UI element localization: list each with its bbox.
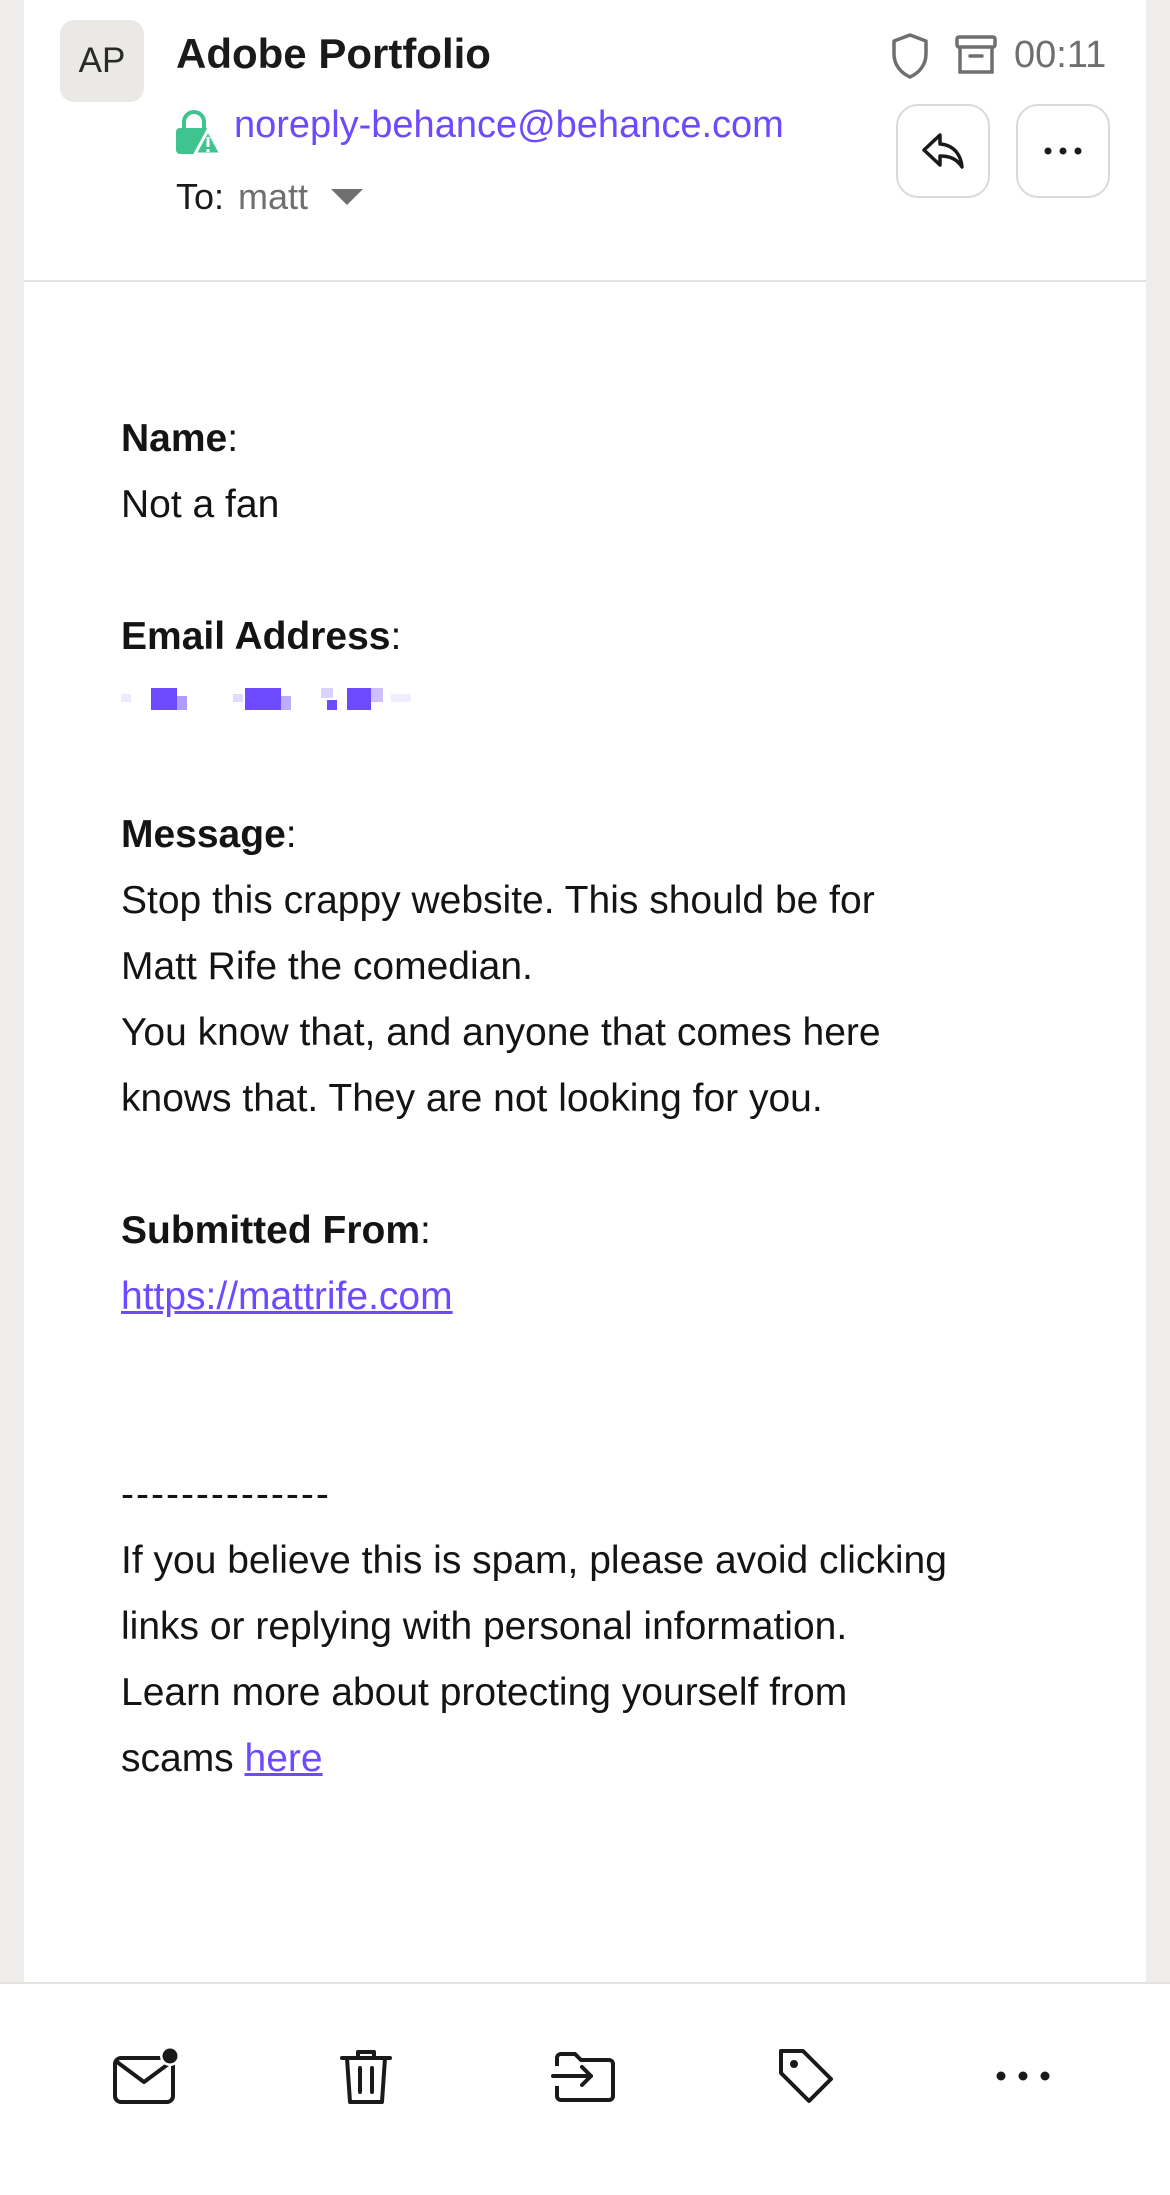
header-divider [24, 280, 1146, 282]
sender-email[interactable]: noreply-behance@behance.com [234, 104, 784, 147]
message-line: Matt Rife the comedian. [121, 945, 533, 988]
reply-icon [922, 133, 964, 169]
bottom-toolbar [0, 1982, 1170, 2195]
recipients-row[interactable]: To: matt [176, 176, 364, 218]
shield-icon[interactable] [890, 32, 930, 80]
name-field: Name: Not a fan [121, 406, 1101, 538]
sender-name[interactable]: Adobe Portfolio [176, 30, 491, 78]
colon: : [227, 417, 239, 460]
label-button[interactable] [766, 2036, 846, 2116]
trash-icon [340, 2050, 392, 2104]
footer-line: scams [121, 1737, 245, 1780]
message-line: knows that. They are not looking for you… [121, 1077, 823, 1120]
chevron-down-icon[interactable] [330, 187, 364, 207]
submitted-label: Submitted From [121, 1209, 420, 1252]
name-value: Not a fan [121, 483, 280, 526]
mark-unread-button[interactable] [107, 2036, 187, 2116]
archive-icon[interactable] [954, 34, 998, 76]
to-label: To: [176, 176, 225, 217]
message-label: Message [121, 813, 286, 856]
submitted-url-link[interactable]: https://mattrife.com [121, 1275, 453, 1318]
more-options-button[interactable] [1016, 104, 1110, 198]
email-card: AP Adobe Portfolio noreply-behance@behan… [24, 0, 1146, 1982]
colon: : [285, 813, 297, 856]
redacted-email [121, 670, 1101, 736]
delete-button[interactable] [326, 2036, 406, 2116]
message-field: Message: Stop this crappy website. This … [121, 802, 1101, 1132]
colon: : [390, 615, 402, 658]
more-actions-button[interactable] [983, 2036, 1063, 2116]
separator: -------------- [121, 1473, 331, 1516]
message-line: You know that, and anyone that comes her… [121, 1011, 881, 1054]
mark-unread-icon [113, 2046, 180, 2104]
lock-warning-icon[interactable] [174, 110, 222, 156]
received-time: 00:11 [1014, 34, 1107, 76]
spam-footer: -------------- If you believe this is sp… [121, 1462, 1101, 1792]
move-to-folder-button[interactable] [545, 2036, 625, 2116]
message-body: Name: Not a fan Email Address: Message: … [121, 406, 1101, 1792]
footer-line: Learn more about protecting yourself fro… [121, 1671, 848, 1714]
reply-button[interactable] [896, 104, 990, 198]
recipient-name[interactable]: matt [238, 176, 308, 218]
message-line: Stop this crappy website. This should be… [121, 879, 875, 922]
more-icon [1044, 147, 1082, 155]
email-label: Email Address [121, 615, 391, 658]
footer-line: If you believe this is spam, please avoi… [121, 1539, 947, 1582]
name-label: Name [121, 417, 228, 460]
footer-line: links or replying with personal informat… [121, 1605, 848, 1648]
more-icon [996, 2071, 1050, 2081]
sender-avatar: AP [60, 20, 144, 102]
learn-more-link[interactable]: here [245, 1737, 323, 1780]
move-to-folder-icon [551, 2052, 615, 2102]
colon: : [420, 1209, 431, 1252]
tag-icon [779, 2049, 833, 2103]
email-field: Email Address: [121, 604, 1101, 736]
submitted-from-field: Submitted From: https://mattrife.com [121, 1198, 1101, 1330]
